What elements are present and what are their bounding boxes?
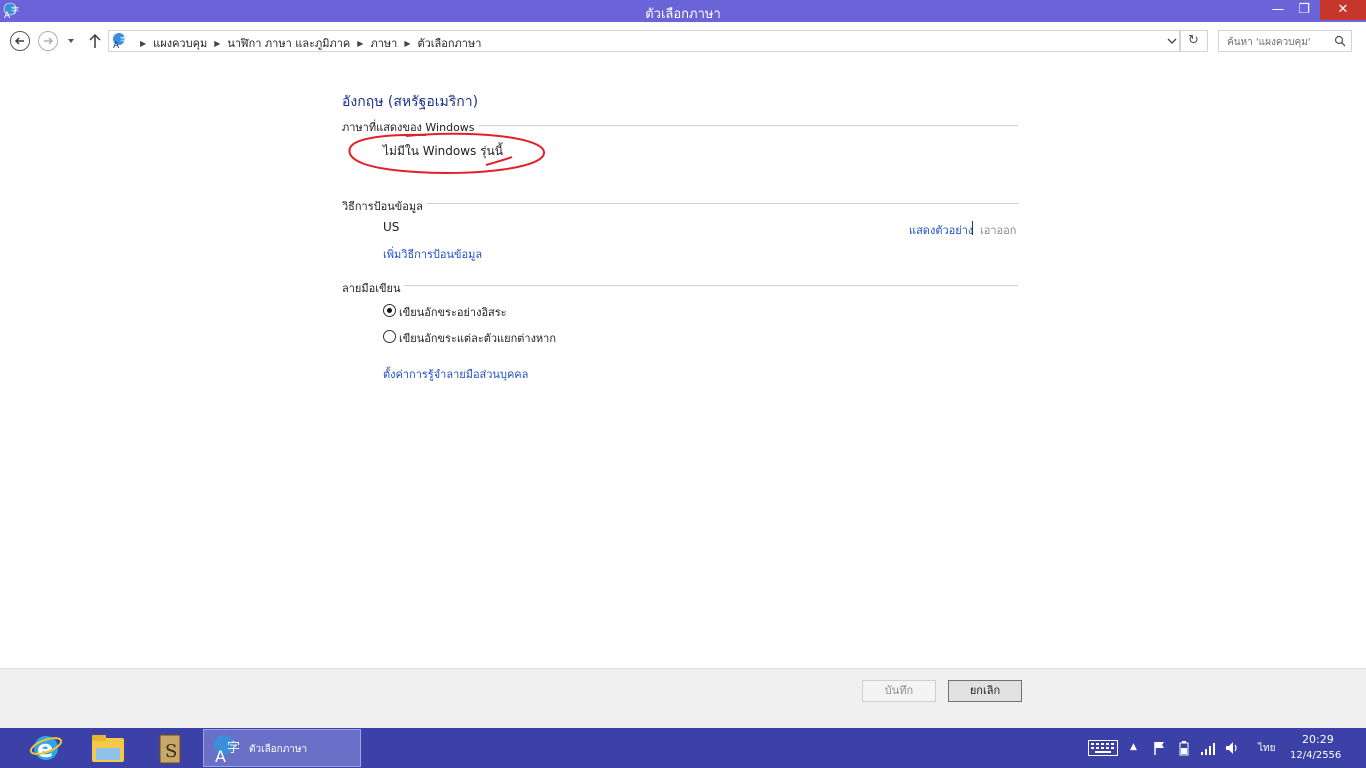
clock-time[interactable]: 20:29: [1302, 733, 1334, 746]
clock-date[interactable]: 12/4/2556: [1290, 750, 1341, 761]
character-by-character-radio-label[interactable]: เขียนอักขระแต่ละตัวแยกต่างหาก: [399, 329, 556, 347]
refresh-button[interactable]: ↻: [1180, 30, 1208, 52]
taskbar-button-language-options[interactable]: A 字 ตัวเลือกภาษา: [203, 729, 361, 767]
search-placeholder: ค้นหา 'แผงควบคุม': [1227, 37, 1311, 48]
character-by-character-radio[interactable]: [383, 330, 396, 343]
freeform-radio[interactable]: [383, 304, 396, 317]
title-bar: A 字 ตัวเลือกภาษา — ❐ ✕: [0, 0, 1366, 22]
volume-speaker-icon[interactable]: [1224, 740, 1240, 756]
link-separator: [972, 221, 973, 235]
input-method-name: US: [383, 220, 400, 234]
taskbar-task-label: ตัวเลือกภาษา: [249, 744, 308, 755]
breadcrumb-item-language[interactable]: ภาษา: [370, 34, 397, 52]
dialog-button-bar: บันทึก ยกเลิก: [0, 668, 1366, 728]
arrow-left-icon: [14, 37, 24, 45]
page-title: อังกฤษ (สหรัฐอเมริกา): [342, 94, 479, 110]
radio-selected-dot: [387, 308, 392, 313]
svg-text:S: S: [165, 741, 177, 762]
display-language-value: ไม่มีใน Windows รุ่นนี้: [383, 144, 503, 158]
cancel-button[interactable]: ยกเลิก: [948, 680, 1022, 702]
recent-locations-chevron-icon[interactable]: [66, 36, 76, 46]
language-location-icon: A 字: [113, 33, 128, 50]
taskbar: e S A 字 ตัวเลือกภาษา ▲ ไทย 20:29 12/4/25…: [0, 728, 1366, 768]
breadcrumb-item-control-panel[interactable]: แผงควบคุม: [153, 34, 207, 52]
breadcrumb-separator-icon[interactable]: ▶: [214, 39, 220, 48]
input-method-heading: วิธีการป้อนข้อมูล: [342, 197, 427, 215]
power-battery-icon[interactable]: [1176, 740, 1192, 756]
save-button[interactable]: บันทึก: [862, 680, 936, 702]
remove-link[interactable]: เอาออก: [980, 221, 1016, 239]
address-bar[interactable]: A 字 ▶ แผงควบคุม ▶ นาฬิกา ภาษา และภูมิภาค…: [108, 30, 1180, 52]
breadcrumb: ▶ แผงควบคุม ▶ นาฬิกา ภาษา และภูมิภาค ▶ ภ…: [133, 34, 481, 52]
network-signal-icon[interactable]: [1200, 740, 1216, 756]
breadcrumb-separator-icon[interactable]: ▶: [357, 39, 363, 48]
handwriting-heading: ลายมือเขียน: [342, 279, 405, 297]
control-panel-window: A 字 ตัวเลือกภาษา — ❐ ✕ A 字 ▶ แผงควบคุม ▶…: [0, 0, 1366, 768]
forward-button[interactable]: [38, 31, 58, 51]
svg-text:字: 字: [120, 35, 128, 45]
file-explorer-icon[interactable]: [84, 730, 132, 766]
breadcrumb-separator-icon[interactable]: ▶: [404, 39, 410, 48]
search-icon[interactable]: [1334, 35, 1346, 47]
breadcrumb-separator-icon: ▶: [140, 38, 147, 48]
language-options-task-icon: A 字: [214, 735, 240, 766]
refresh-icon: ↻: [1188, 33, 1199, 48]
add-input-method-link[interactable]: เพิ่มวิธีการป้อนข้อมูล: [383, 245, 482, 263]
touch-keyboard-icon[interactable]: [1088, 740, 1118, 756]
display-language-heading: ภาษาที่แสดงของ Windows: [342, 118, 479, 136]
minimize-button[interactable]: —: [1265, 0, 1291, 20]
window-title: ตัวเลือกภาษา: [645, 7, 721, 22]
arrow-right-icon: [44, 37, 54, 45]
search-box[interactable]: ค้นหา 'แผงควบคุม': [1218, 30, 1352, 52]
close-button[interactable]: ✕: [1320, 0, 1366, 20]
breadcrumb-item-clock-language-region[interactable]: นาฬิกา ภาษา และภูมิภาค: [227, 34, 350, 52]
show-hidden-icons-icon[interactable]: ▲: [1130, 742, 1137, 752]
section-divider: [342, 203, 1018, 204]
preview-link[interactable]: แสดงตัวอย่าง: [909, 221, 973, 239]
input-language-indicator[interactable]: ไทย: [1258, 741, 1275, 756]
navigation-bar: A 字 ▶ แผงควบคุม ▶ นาฬิกา ภาษา และภูมิภาค…: [0, 22, 1366, 60]
breadcrumb-item-language-options[interactable]: ตัวเลือกภาษา: [417, 34, 481, 52]
internet-explorer-icon[interactable]: e: [22, 730, 70, 766]
svg-text:A: A: [113, 41, 120, 50]
personalize-handwriting-link[interactable]: ตั้งค่าการรู้จำลายมือส่วนบุคคล: [383, 365, 528, 383]
section-divider: [342, 285, 1018, 286]
language-options-panel: อังกฤษ (สหรัฐอเมริกา) ภาษาที่แสดงของ Win…: [0, 60, 1366, 668]
back-button[interactable]: [10, 31, 30, 51]
svg-text:A: A: [215, 747, 226, 766]
address-history-chevron-icon[interactable]: [1167, 36, 1177, 46]
freeform-radio-label[interactable]: เขียนอักขระอย่างอิสระ: [399, 303, 507, 321]
maximize-button[interactable]: ❐: [1291, 0, 1317, 20]
s-app-icon[interactable]: S: [146, 730, 194, 766]
action-center-flag-icon[interactable]: [1152, 740, 1168, 756]
svg-text:字: 字: [227, 741, 240, 756]
up-arrow-icon[interactable]: [88, 33, 102, 49]
